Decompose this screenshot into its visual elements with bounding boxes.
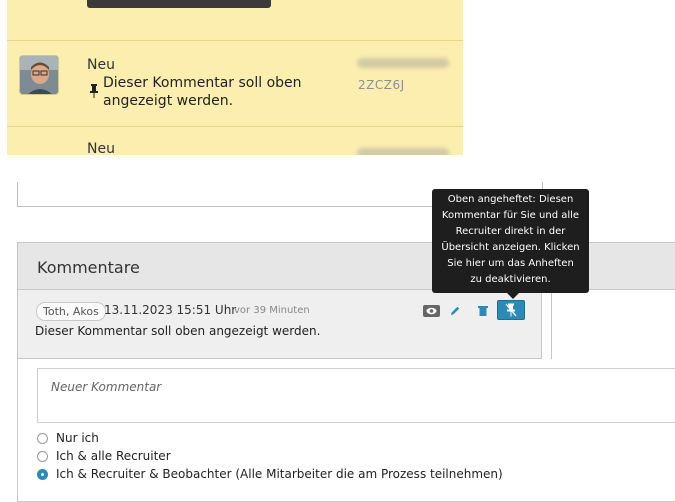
visibility-option-recruiters[interactable]: Ich & alle Recruiter — [37, 449, 171, 463]
entry-code: 2ZCZ6J — [358, 78, 405, 92]
eye-icon[interactable] — [423, 305, 440, 317]
visibility-option-me[interactable]: Nur ich — [37, 431, 99, 445]
comment-text: Dieser Kommentar soll oben angezeigt wer… — [35, 324, 321, 338]
comment-datetime: 13.11.2023 15:51 Uhr — [104, 303, 237, 317]
blurred-name — [357, 148, 449, 155]
trash-icon[interactable] — [476, 304, 490, 318]
radio-button[interactable] — [37, 450, 48, 462]
entry-comment-text: Dieser Kommentar soll oben angezeigt wer… — [103, 75, 302, 109]
divider — [7, 40, 463, 41]
pinned-comments-list: Neu Dieser Kommentar soll oben angezeigt… — [7, 0, 463, 155]
divider — [551, 290, 552, 359]
radio-button[interactable] — [37, 432, 48, 444]
new-comment-placeholder: Neuer Kommentar — [51, 380, 162, 394]
visibility-option-label: Ich & alle Recruiter — [56, 449, 171, 463]
toolbar-fragment — [87, 0, 271, 8]
entry-status: Neu — [87, 141, 115, 155]
pencil-icon[interactable] — [448, 304, 462, 318]
comment-item: Toth, Akos 13.11.2023 15:51 Uhr vor 39 M… — [18, 290, 542, 359]
visibility-option-label: Ich & Recruiter & Beobachter (Alle Mitar… — [56, 467, 503, 481]
divider — [7, 126, 463, 127]
comments-title: Kommentare — [37, 258, 140, 277]
comment-author-badge[interactable]: Toth, Akos — [36, 302, 106, 321]
unpin-tooltip: Oben angeheftet: Diesen Kommentar für Si… — [432, 189, 589, 299]
radio-button-selected[interactable] — [37, 468, 48, 480]
avatar — [19, 55, 59, 95]
pin-icon — [90, 84, 98, 98]
unpin-icon[interactable] — [497, 300, 525, 320]
blurred-name — [357, 58, 449, 68]
new-comment-field[interactable]: Neuer Kommentar — [37, 368, 675, 423]
comment-relative-time: vor 39 Minuten — [234, 305, 310, 316]
visibility-option-all[interactable]: Ich & Recruiter & Beobachter (Alle Mitar… — [37, 467, 503, 481]
entry-status: Neu — [87, 57, 115, 73]
visibility-option-label: Nur ich — [56, 431, 99, 445]
